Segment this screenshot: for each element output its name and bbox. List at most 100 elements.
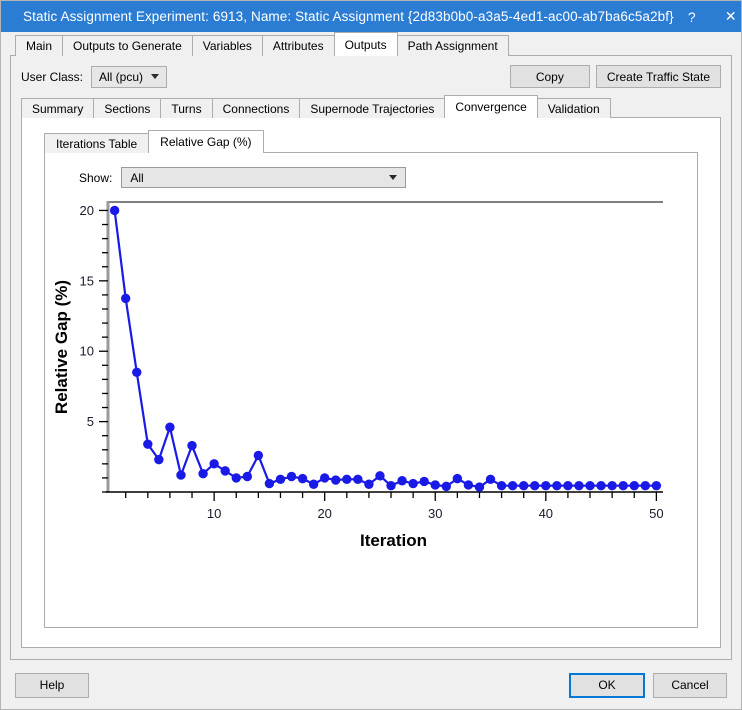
show-filter-row: Show: All [45,153,697,188]
data-point [298,474,307,483]
tab-validation[interactable]: Validation [537,98,611,118]
data-point [320,473,329,482]
data-point [276,475,285,484]
help-icon[interactable]: ? [674,1,710,32]
data-point [110,206,119,215]
tab-convergence[interactable]: Convergence [444,95,537,118]
close-icon[interactable]: ✕ [710,1,742,32]
data-point [541,481,550,490]
data-point [630,481,639,490]
data-point [220,466,229,475]
user-class-select[interactable]: All (pcu) [91,66,167,88]
title-bar: Static Assignment Experiment: 6913, Name… [1,1,741,32]
x-tick-label: 40 [539,506,553,521]
data-point [530,481,539,490]
data-point [209,459,218,468]
data-point [386,481,395,490]
data-point [420,477,429,486]
data-point [519,481,528,490]
data-point [254,451,263,460]
data-point [309,480,318,489]
tab-path-assignment[interactable]: Path Assignment [397,35,509,56]
data-point [442,482,451,491]
tab-iterations-table[interactable]: Iterations Table [44,133,149,153]
y-tick-label: 5 [87,414,94,429]
relative-gap-chart: 51015201020304050IterationRelative Gap (… [45,192,697,627]
data-point [154,455,163,464]
tab-summary[interactable]: Summary [21,98,94,118]
tab-main[interactable]: Main [15,35,63,56]
data-point [265,479,274,488]
tab-outputs[interactable]: Outputs [334,32,398,56]
tab-attributes[interactable]: Attributes [262,35,335,56]
create-traffic-state-button[interactable]: Create Traffic State [596,65,721,88]
show-value: All [130,171,389,185]
data-point [453,474,462,483]
y-tick-label: 10 [80,344,94,359]
data-point [176,470,185,479]
dialog-window: Static Assignment Experiment: 6913, Name… [0,0,742,710]
convergence-tabstrip: Iterations Table Relative Gap (%) [22,130,720,153]
data-point [198,469,207,478]
cancel-button[interactable]: Cancel [653,673,727,698]
data-point [431,480,440,489]
data-point [364,480,373,489]
data-point [552,481,561,490]
tab-sections[interactable]: Sections [93,98,161,118]
outputs-toolbar: User Class: All (pcu) Copy Create Traffi… [11,56,731,95]
data-point [497,481,506,490]
data-point [132,368,141,377]
data-point [464,480,473,489]
tab-connections[interactable]: Connections [212,98,301,118]
y-tick-label: 15 [80,273,94,288]
data-point [596,481,605,490]
data-point [331,475,340,484]
data-point [408,479,417,488]
user-class-label: User Class: [21,70,83,84]
outputs-tabstrip: Summary Sections Turns Connections Super… [11,95,731,118]
dialog-body: Main Outputs to Generate Variables Attri… [1,32,741,709]
tab-variables[interactable]: Variables [192,35,263,56]
show-select[interactable]: All [121,167,406,188]
convergence-panel: Iterations Table Relative Gap (%) Show: … [21,117,721,648]
x-axis-title: Iteration [360,531,427,550]
data-point [641,481,650,490]
y-tick-label: 20 [80,203,94,218]
outputs-panel: User Class: All (pcu) Copy Create Traffi… [10,55,732,660]
data-point [187,441,196,450]
data-point [574,481,583,490]
title-bar-buttons: ? ✕ [674,1,742,32]
user-class-value: All (pcu) [99,70,143,84]
convergence-line-chart: 51015201020304050IterationRelative Gap (… [45,192,703,562]
ok-button[interactable]: OK [569,673,645,698]
x-tick-label: 20 [317,506,331,521]
relative-gap-panel: Show: All 51015201020304050IterationRela… [44,152,698,628]
y-axis-title: Relative Gap (%) [52,280,71,414]
tab-outputs-to-generate[interactable]: Outputs to Generate [62,35,193,56]
data-point [508,481,517,490]
data-point [486,475,495,484]
data-point [607,481,616,490]
data-point [353,475,362,484]
main-tabstrip: Main Outputs to Generate Variables Attri… [1,32,741,56]
data-point [585,481,594,490]
data-point [165,423,174,432]
dialog-footer: Help OK Cancel [1,661,741,709]
window-title: Static Assignment Experiment: 6913, Name… [23,9,674,24]
help-button[interactable]: Help [15,673,89,698]
chevron-down-icon [389,175,397,180]
data-point [475,482,484,491]
data-point [619,481,628,490]
x-tick-label: 10 [207,506,221,521]
x-tick-label: 50 [649,506,663,521]
tab-turns[interactable]: Turns [160,98,212,118]
tab-supernode-trajectories[interactable]: Supernode Trajectories [299,98,445,118]
data-point [287,472,296,481]
copy-button[interactable]: Copy [510,65,590,88]
data-point [397,476,406,485]
tab-relative-gap[interactable]: Relative Gap (%) [148,130,263,153]
data-point [375,471,384,480]
data-point [143,439,152,448]
show-label: Show: [79,171,112,185]
data-point [243,472,252,481]
